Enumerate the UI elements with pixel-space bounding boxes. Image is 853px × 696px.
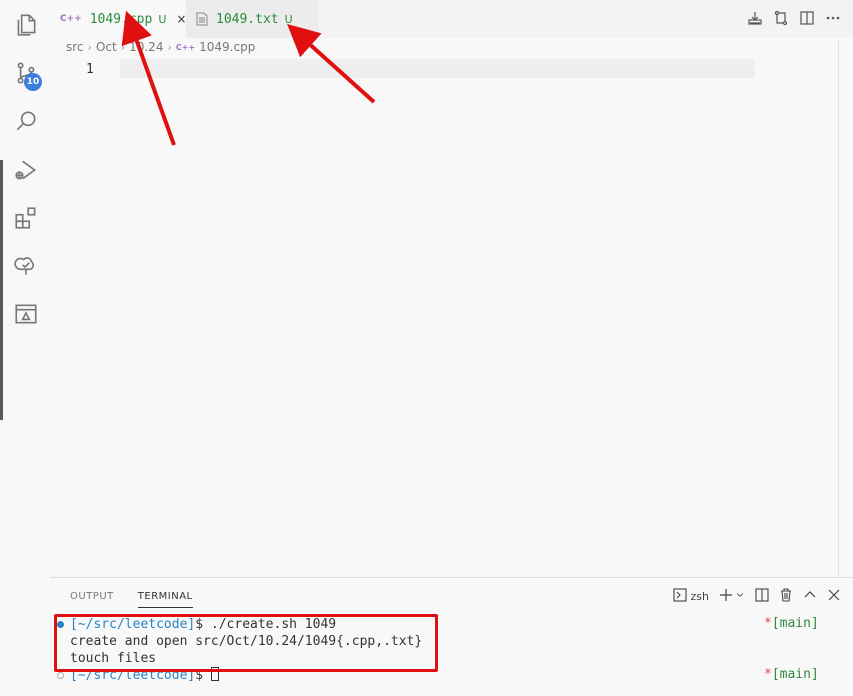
close-icon[interactable]	[827, 588, 841, 605]
chevron-down-icon[interactable]	[735, 590, 745, 603]
tab-terminal[interactable]: TERMINAL	[137, 591, 193, 608]
split-editor-icon[interactable]	[799, 10, 815, 30]
extensions-icon[interactable]	[13, 205, 39, 231]
chevron-right-icon: ›	[167, 40, 172, 54]
breadcrumb-item-date[interactable]: 10.24	[129, 40, 163, 54]
tab-1049-txt[interactable]: 1049.txt U	[186, 0, 319, 38]
activity-bar: 10	[0, 0, 50, 696]
tab-label: 1049.cpp	[89, 11, 153, 27]
tab-1049-cpp[interactable]: C++ 1049.cpp U ×	[50, 0, 186, 38]
terminal-icon	[672, 588, 687, 605]
more-actions-icon[interactable]	[825, 10, 841, 30]
cpp-file-icon: C++	[175, 42, 196, 52]
compare-icon[interactable]	[773, 10, 789, 30]
close-icon[interactable]: ×	[176, 12, 186, 26]
files-icon[interactable]	[13, 12, 39, 38]
breadcrumb: src › Oct › 10.24 › C++ 1049.cpp	[66, 40, 255, 54]
new-terminal-icon[interactable]	[719, 588, 733, 605]
line-number: 1	[86, 62, 94, 77]
search-icon[interactable]	[13, 108, 39, 134]
split-terminal-icon[interactable]	[755, 588, 769, 605]
dirty-marker: *	[764, 667, 772, 682]
chevron-right-icon: ›	[87, 40, 92, 54]
run-debug-icon[interactable]	[13, 157, 39, 183]
open-changes-icon[interactable]	[747, 10, 763, 30]
dirty-marker: *	[764, 616, 772, 631]
source-control-badge: 10	[24, 73, 42, 91]
command-pending-icon	[57, 672, 64, 679]
tab-output[interactable]: OUTPUT	[70, 591, 114, 608]
editor-scrollbar[interactable]	[838, 40, 839, 576]
editor-tab-bar: C++ 1049.cpp U × 1049.txt U	[50, 0, 853, 38]
window-edge	[0, 160, 3, 420]
code-editor[interactable]: 1	[50, 58, 840, 576]
remote-explorer-icon[interactable]	[13, 301, 39, 327]
maximize-panel-icon[interactable]	[803, 588, 817, 605]
panel-actions: zsh	[672, 588, 841, 605]
trash-icon[interactable]	[779, 588, 793, 605]
breadcrumb-item-oct[interactable]: Oct	[96, 40, 117, 54]
editor-actions	[747, 10, 853, 30]
tab-label: 1049.txt	[216, 11, 279, 27]
breadcrumb-item-src[interactable]: src	[66, 40, 84, 54]
text-file-icon	[196, 12, 208, 26]
breadcrumb-item-file[interactable]: 1049.cpp	[199, 40, 255, 54]
branch-name: [main]	[771, 616, 819, 631]
branch-name: [main]	[771, 667, 819, 682]
cpp-file-icon: C++	[60, 14, 82, 24]
chevron-right-icon: ›	[120, 40, 126, 54]
git-branch-status: *[main]	[764, 667, 819, 682]
annotation-highlight-box	[54, 614, 438, 672]
current-line-highlight	[120, 59, 755, 78]
tree-icon[interactable]	[13, 253, 39, 279]
git-branch-status: *[main]	[764, 616, 819, 631]
untracked-badge: U	[158, 12, 167, 26]
panel-tabs: OUTPUT TERMINAL	[70, 591, 193, 608]
untracked-badge: U	[284, 12, 293, 26]
shell-label[interactable]: zsh	[691, 590, 709, 603]
